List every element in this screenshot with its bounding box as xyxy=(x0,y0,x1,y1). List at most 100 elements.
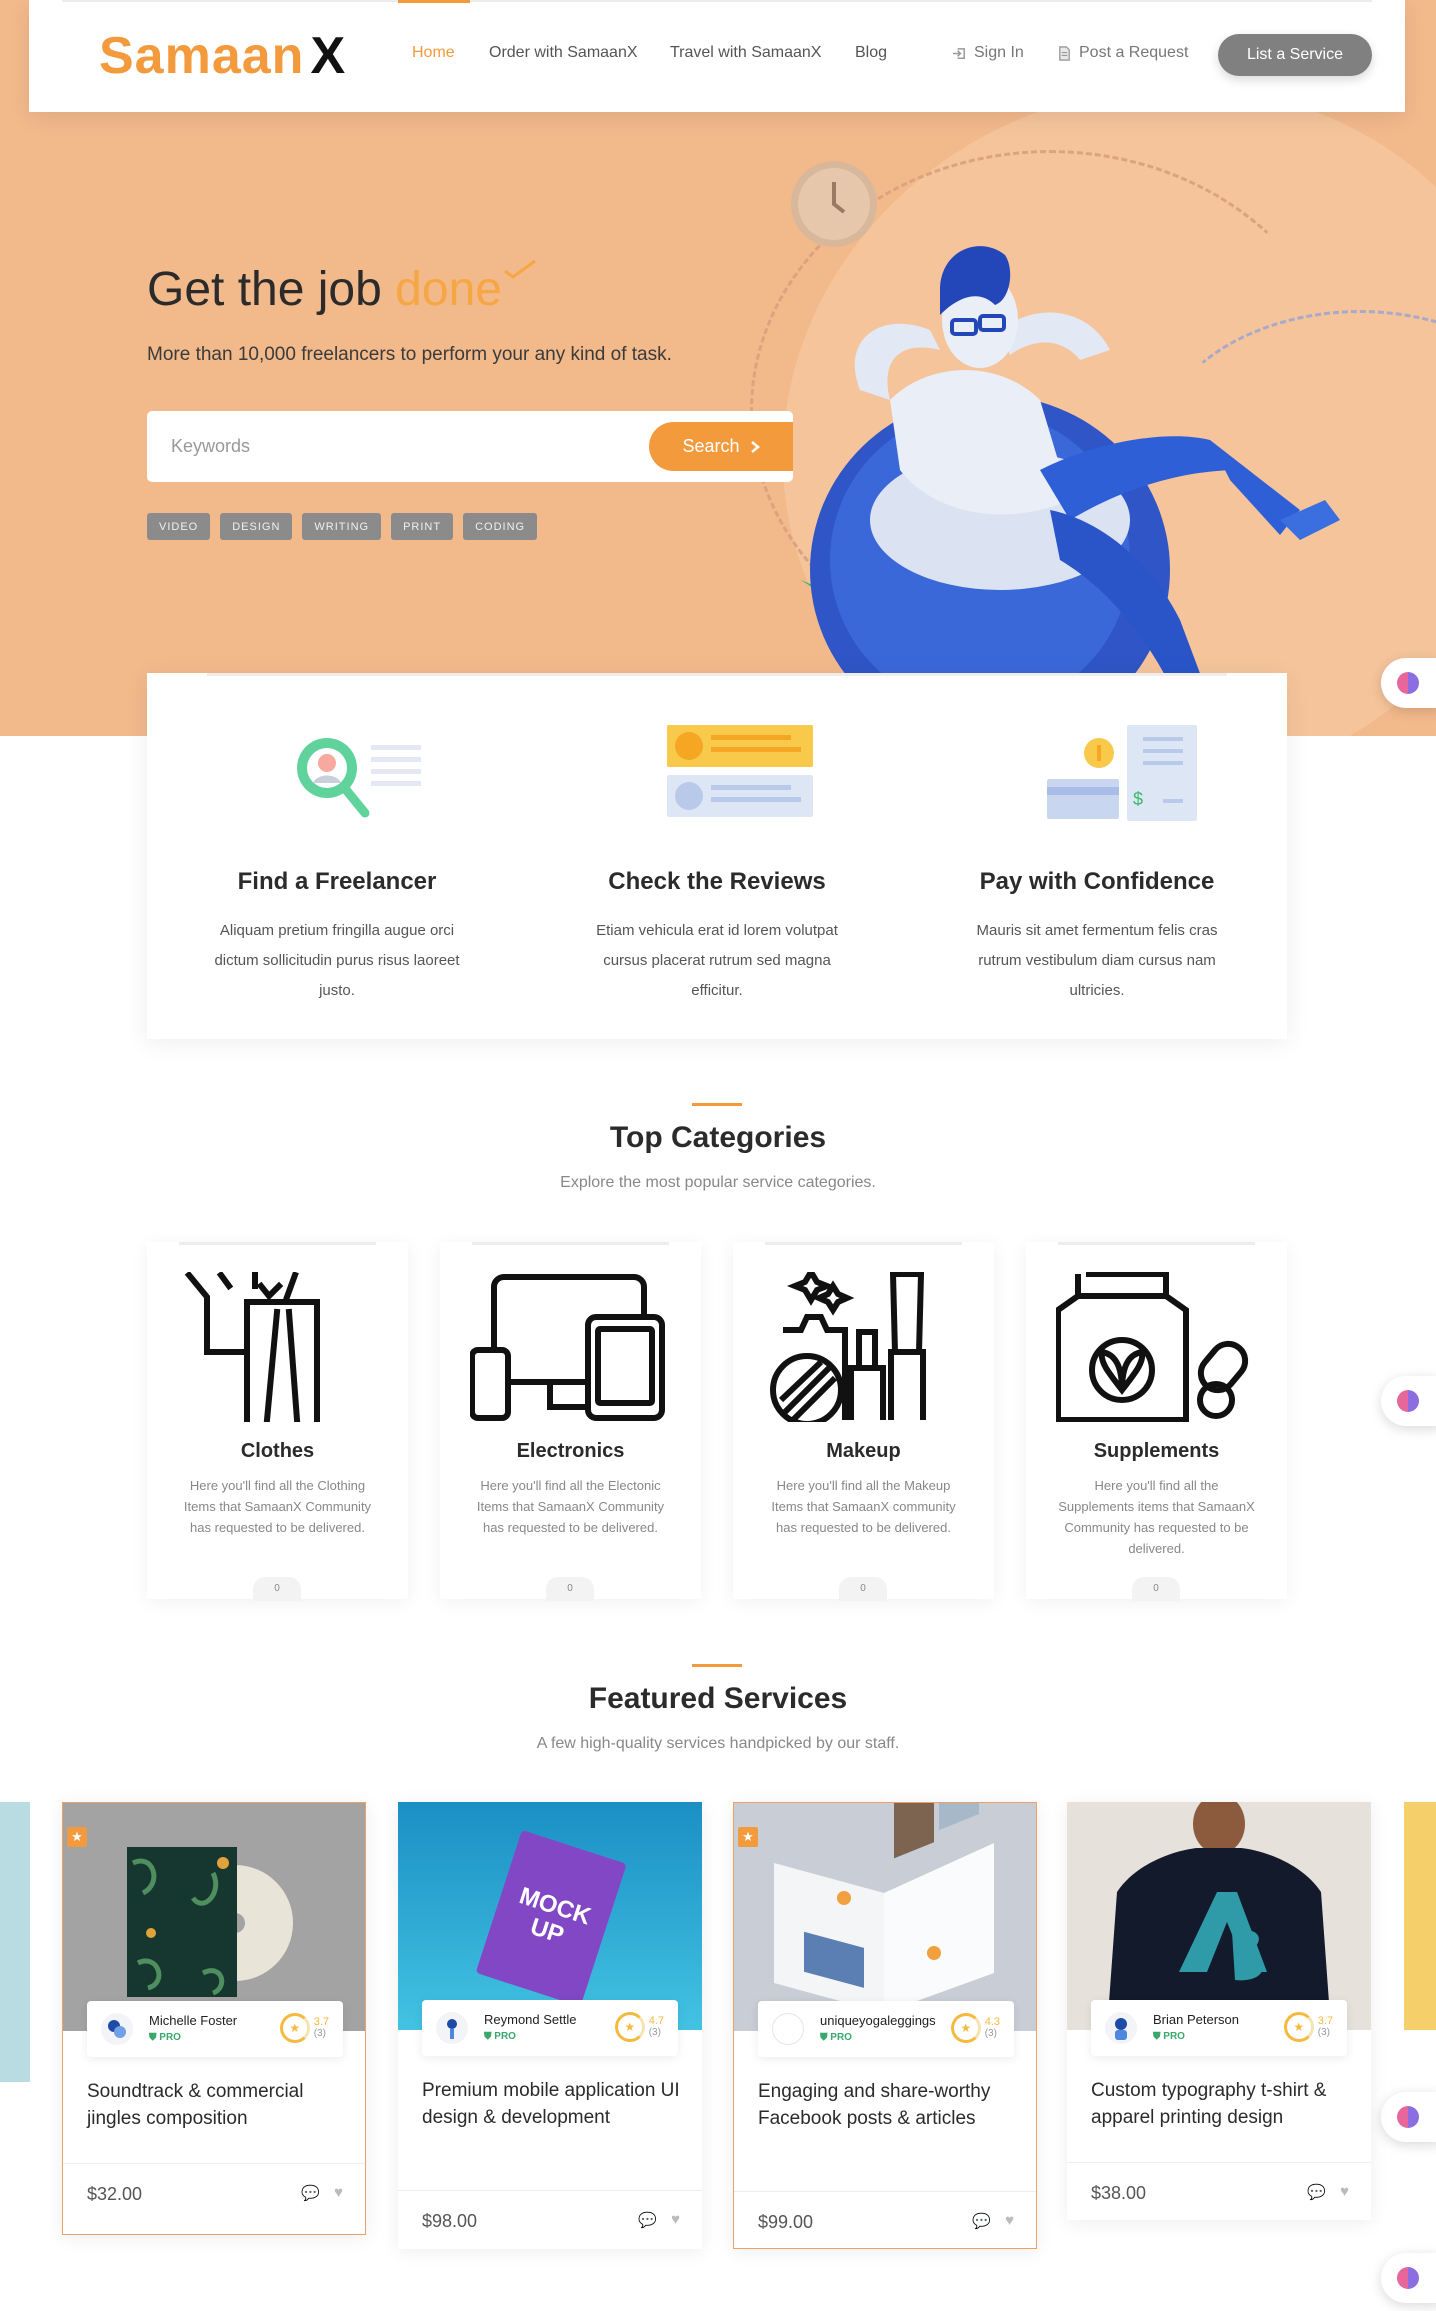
service-card[interactable]: Brian Peterson ⛊ PRO ★ 3.7 (3) Custom typ… xyxy=(1067,1802,1371,2220)
top-navbar: Samaan X Home Order with SamaanX Travel w… xyxy=(29,0,1405,112)
avatar[interactable] xyxy=(101,2013,133,2045)
author-name[interactable]: Brian Peterson xyxy=(1153,2012,1239,2027)
service-card[interactable]: MOCK UP Reymond Settle ⛊ PRO ★ 4.7 (3) Pr… xyxy=(398,1802,702,2249)
svg-text:$: $ xyxy=(1133,789,1143,809)
brain-icon xyxy=(1397,2267,1419,2289)
pro-badge: ⛊ PRO xyxy=(1153,2031,1185,2042)
service-author: Reymond Settle ⛊ PRO ★ 4.7 (3) xyxy=(422,2000,678,2056)
category-title: Makeup xyxy=(826,1440,901,1462)
service-price: $32.00 xyxy=(87,2184,143,2204)
heart-icon[interactable]: ♥ xyxy=(671,2211,680,2229)
card-top-divider xyxy=(472,1242,669,1245)
feature-pay-confidence: $ Pay with Confidence Mauris sit amet fe… xyxy=(907,673,1287,1039)
service-card-partial-right[interactable] xyxy=(1404,1802,1436,2030)
feature-title: Check the Reviews xyxy=(608,868,826,895)
category-card-makeup[interactable]: Makeup Here you'll find all the Makeup I… xyxy=(733,1242,994,1601)
heart-icon[interactable]: ♥ xyxy=(1340,2183,1349,2201)
service-card[interactable]: ★ Michelle Foster ⛊ PRO ★ 3.7 (3) Soundtr… xyxy=(62,1802,366,2235)
comment-icon[interactable]: 💬 xyxy=(638,2211,657,2229)
star-icon: ★ xyxy=(950,2013,981,2043)
author-name[interactable]: Reymond Settle xyxy=(484,2012,577,2027)
tag-video[interactable]: VIDEO xyxy=(147,513,211,540)
card-top-divider xyxy=(765,1242,962,1245)
category-card-clothes[interactable]: Clothes Here you'll find all the Clothin… xyxy=(147,1242,408,1601)
rating-value: 3.7 xyxy=(313,2016,329,2028)
rating-count: (3) xyxy=(1317,2027,1330,2038)
tag-list: VIDEO DESIGN WRITING PRINT CODING xyxy=(147,513,538,540)
avatar[interactable] xyxy=(436,2012,468,2044)
service-footer: $99.00 💬 ♥ xyxy=(734,2191,1036,2249)
rating-count: (3) xyxy=(648,2027,661,2038)
avatar[interactable] xyxy=(1105,2012,1137,2044)
rating-value: 3.7 xyxy=(1317,2015,1333,2027)
service-price: $38.00 xyxy=(1091,2183,1147,2203)
services-subtitle: A few high-quality services handpicked b… xyxy=(536,1735,900,1752)
category-card-electronics[interactable]: Electronics Here you'll find all the Ele… xyxy=(440,1242,701,1601)
service-footer: $38.00 💬 ♥ xyxy=(1067,2162,1371,2220)
brain-icon xyxy=(1397,2106,1419,2128)
service-title[interactable]: Custom typography t-shirt & apparel prin… xyxy=(1091,2077,1351,2131)
side-widget-2[interactable] xyxy=(1381,1376,1436,1426)
avatar[interactable] xyxy=(772,2013,804,2045)
post-request-label: Post a Request xyxy=(1079,44,1189,61)
category-title: Clothes xyxy=(240,1440,315,1462)
category-description: Here you'll find all the Supplements ite… xyxy=(1058,1478,1255,1556)
categories-subtitle: Explore the most popular service categor… xyxy=(560,1174,876,1191)
service-card[interactable]: ★ uniqueyogaleggings ⛊ PRO ★ 4.3 (3) Enga… xyxy=(733,1802,1037,2249)
hero-title-text: Get the job xyxy=(147,263,382,316)
nav-active-indicator xyxy=(398,0,470,3)
nav-blog[interactable]: Blog xyxy=(855,44,887,62)
section-accent-bar xyxy=(692,1664,742,1667)
brain-icon xyxy=(1397,672,1419,694)
pro-badge: ⛊ PRO xyxy=(149,2032,181,2043)
nav-home[interactable]: Home xyxy=(412,44,455,62)
service-title[interactable]: Soundtrack & commercial jingles composit… xyxy=(87,2078,345,2132)
heart-icon[interactable]: ♥ xyxy=(1005,2212,1014,2230)
author-name[interactable]: Michelle Foster xyxy=(149,2013,237,2028)
category-description: Here you'll find all the Makeup Items th… xyxy=(771,1478,956,1535)
card-top-divider xyxy=(179,1242,376,1245)
tag-design[interactable]: DESIGN xyxy=(220,513,293,540)
author-name[interactable]: uniqueyogaleggings xyxy=(820,2013,936,2028)
star-icon: ★ xyxy=(614,2012,645,2042)
nav-travel[interactable]: Travel with SamaanX xyxy=(670,44,821,62)
pro-badge-label: PRO xyxy=(494,2031,516,2042)
tag-coding[interactable]: CODING xyxy=(463,513,538,540)
category-count: 0 xyxy=(839,1577,887,1601)
devices-icon xyxy=(470,1274,665,1421)
service-author: Michelle Foster ⛊ PRO ★ 3.7 (3) xyxy=(87,2001,343,2057)
sign-in-label: Sign In xyxy=(974,44,1024,61)
featured-star-icon: ★ xyxy=(67,1827,87,1847)
logo-x: X xyxy=(310,27,347,85)
service-title[interactable]: Engaging and share-worthy Facebook posts… xyxy=(758,2078,1016,2132)
sign-in-link[interactable]: Sign In xyxy=(952,44,1024,62)
category-card-supplements[interactable]: Supplements Here you'll find all the Sup… xyxy=(1026,1242,1287,1601)
service-image: MOCK UP xyxy=(398,1802,702,2030)
side-widget-1[interactable] xyxy=(1381,658,1436,708)
check-mark-icon xyxy=(504,259,537,279)
nav-order[interactable]: Order with SamaanX xyxy=(489,44,638,62)
side-widget-4[interactable] xyxy=(1381,2253,1436,2303)
comment-icon[interactable]: 💬 xyxy=(972,2212,991,2230)
supplements-icon xyxy=(1056,1272,1249,1422)
logo[interactable]: Samaan X xyxy=(99,26,346,86)
feature-description: Aliquam pretium fringilla augue orci dic… xyxy=(214,922,460,999)
service-footer: $98.00 💬 ♥ xyxy=(398,2190,702,2248)
service-card-partial-left[interactable] xyxy=(0,1802,30,2082)
side-widget-3[interactable] xyxy=(1381,2092,1436,2142)
category-count: 0 xyxy=(253,1577,301,1601)
tag-writing[interactable]: WRITING xyxy=(302,513,382,540)
comment-icon[interactable]: 💬 xyxy=(301,2184,320,2202)
service-title[interactable]: Premium mobile application UI design & d… xyxy=(422,2077,682,2131)
post-request-link[interactable]: Post a Request xyxy=(1057,44,1188,62)
feature-check-reviews: Check the Reviews Etiam vehicula erat id… xyxy=(527,673,907,1039)
featured-star-icon: ★ xyxy=(738,1827,758,1847)
services-title: Featured Services xyxy=(588,1682,848,1715)
list-service-button[interactable]: List a Service xyxy=(1218,34,1372,76)
comment-icon[interactable]: 💬 xyxy=(1307,2183,1326,2201)
section-accent-bar xyxy=(692,1103,742,1106)
payment-icon: $ xyxy=(1047,725,1197,821)
search-input[interactable] xyxy=(171,411,611,482)
heart-icon[interactable]: ♥ xyxy=(334,2184,343,2202)
tag-print[interactable]: PRINT xyxy=(391,513,454,540)
